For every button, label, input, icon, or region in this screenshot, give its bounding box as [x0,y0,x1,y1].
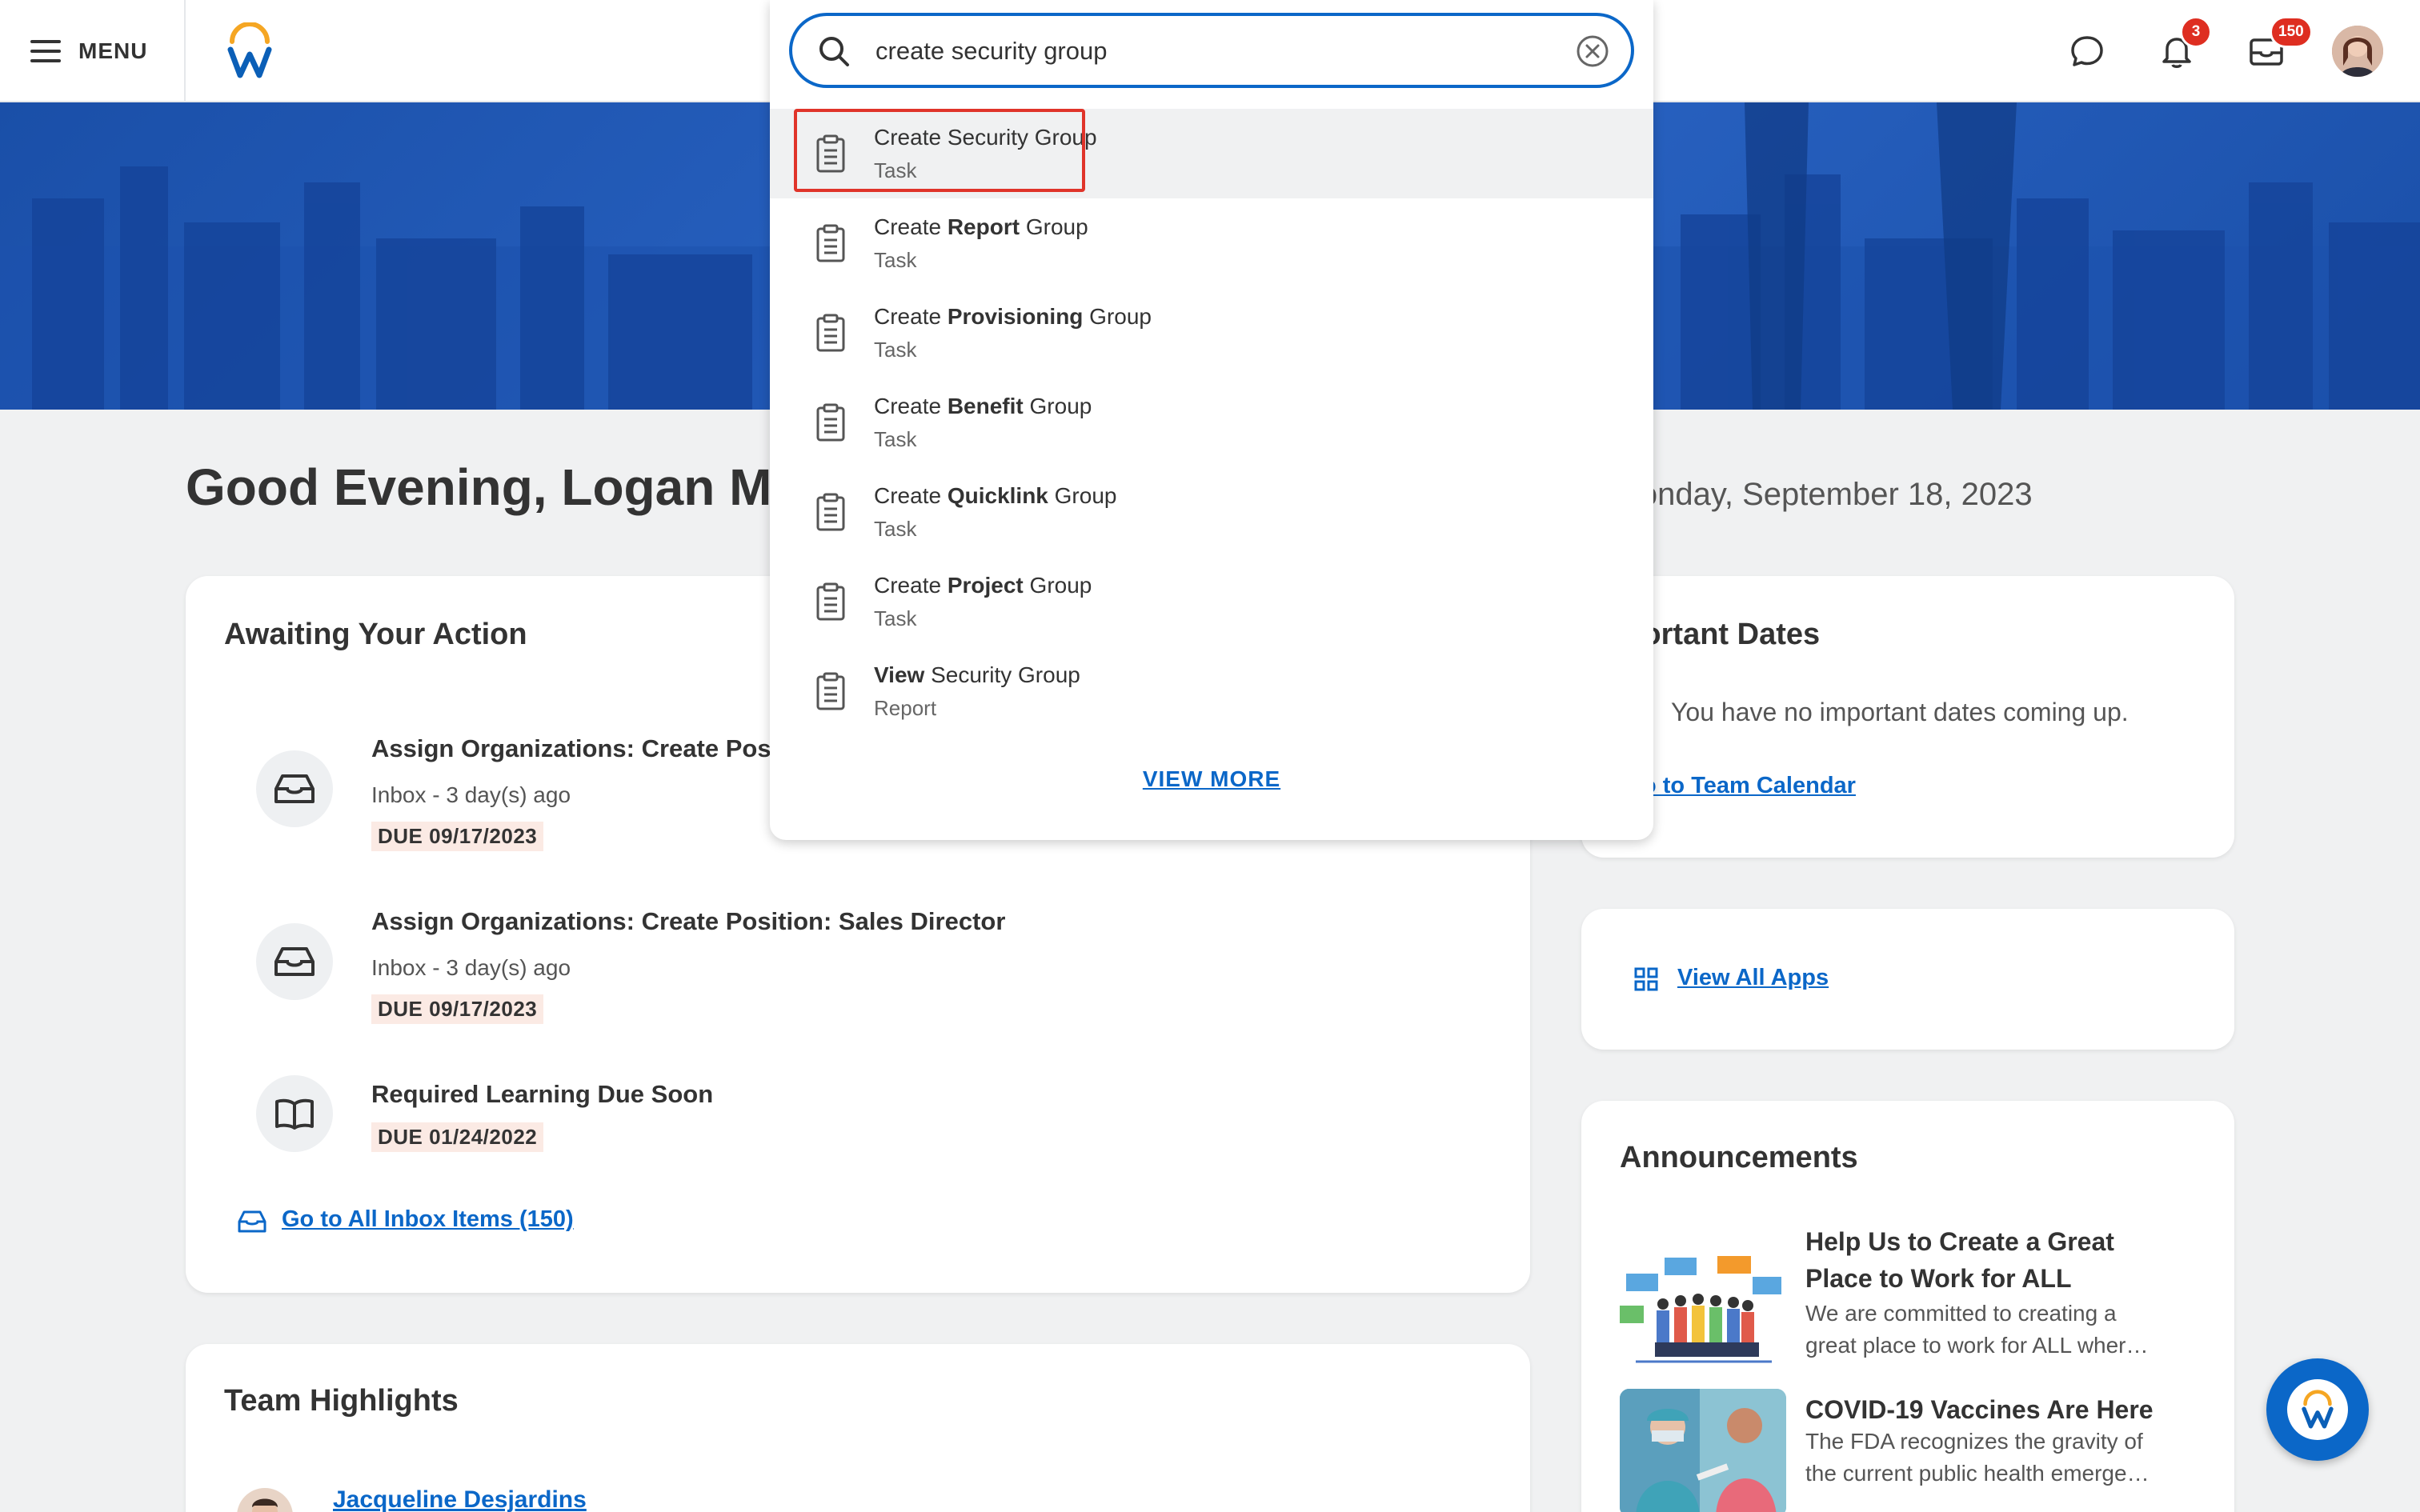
search-dropdown: Create Security Group Task Create Report… [770,0,1653,840]
task-clipboard-icon [816,582,845,621]
workday-logo-icon[interactable] [226,22,274,78]
search-result-item[interactable]: Create Benefit Group Task [770,378,1653,467]
search-result-name: Create Provisioning Group [874,304,1152,329]
search-result-name: Create Report Group [874,214,1088,239]
action-item-subtitle: Inbox - 3 day(s) ago [371,955,571,980]
important-dates-card: nportant Dates You have no important dat… [1581,576,2234,858]
topbar-divider [184,0,186,102]
workday-assistant-icon [2287,1379,2348,1440]
clear-search-icon[interactable] [1575,34,1610,69]
task-clipboard-icon [816,134,845,173]
search-result-item[interactable]: Create Quicklink Group Task [770,467,1653,557]
search-result-name: Create Quicklink Group [874,483,1117,508]
announcement-image[interactable] [1620,1389,1786,1512]
search-result-type: Task [874,427,917,451]
no-dates-message: You have no important dates coming up. [1671,698,2129,726]
search-result-name: Create Benefit Group [874,394,1092,418]
search-result-type: Task [874,606,917,630]
awaiting-action-title: Awaiting Your Action [224,618,527,651]
task-clipboard-icon [816,314,845,352]
action-item-subtitle: Inbox - 3 day(s) ago [371,782,571,807]
announcement-title-line[interactable]: Place to Work for ALL [1805,1259,2071,1298]
inbox-badge: 150 [2270,16,2313,48]
team-calendar-link[interactable]: o to Team Calendar [1642,773,1856,799]
view-all-apps-link[interactable]: View All Apps [1677,965,1829,991]
view-more-link[interactable]: VIEW MORE [770,766,1653,792]
announcement-body-line: We are committed to creating a [1805,1301,2117,1326]
all-inbox-items-link[interactable]: Go to All Inbox Items (150) [282,1206,574,1233]
search-result-name: View Security Group [874,662,1080,687]
search-result-type: Task [874,338,917,362]
menu-label: MENU [78,38,148,63]
search-result-name: Create Security Group [874,125,1097,150]
search-icon [819,37,849,66]
view-all-apps-card: View All Apps [1581,909,2234,1050]
task-clipboard-icon [816,493,845,531]
current-date: londay, September 18, 2023 [1633,477,2033,512]
apps-grid-icon [1634,967,1658,991]
search-result-item[interactable]: Create Security Group Task [770,109,1653,198]
menu-button[interactable]: MENU [30,30,147,72]
report-clipboard-icon [816,672,845,710]
announcement-image[interactable] [1620,1242,1786,1370]
announcements-title: Announcements [1620,1141,1858,1174]
inbox-small-icon [238,1210,266,1233]
search-result-type: Task [874,517,917,541]
inbox-tray-icon [256,750,333,827]
action-item-title[interactable]: Required Learning Due Soon [371,1080,713,1109]
search-result-item[interactable]: Create Project Group Task [770,557,1653,646]
book-icon [256,1075,333,1152]
user-avatar[interactable] [2332,26,2383,77]
due-date-badge: DUE 09/17/2023 [371,822,544,851]
action-item-title[interactable]: Assign Organizations: Create Position: S… [371,907,1005,936]
due-date-badge: DUE 09/17/2023 [371,994,544,1024]
announcements-card: Announcements Help Us to Create a Great … [1581,1101,2234,1512]
due-date-badge: DUE 01/24/2022 [371,1122,544,1152]
search-result-type: Task [874,158,917,182]
team-highlights-title: Team Highlights [224,1384,459,1418]
team-member-link[interactable]: Jacqueline Desjardins [333,1486,587,1512]
search-result-type: Report [874,696,937,720]
assistant-fab-button[interactable] [2266,1358,2369,1461]
search-input[interactable] [875,32,1548,70]
announcement-body-line: The FDA recognizes the gravity of [1805,1429,2143,1454]
search-result-item[interactable]: Create Report Group Task [770,198,1653,288]
action-item-title[interactable]: Assign Organizations: Create Posi [371,734,778,763]
announcement-body-line: great place to work for ALL wher… [1805,1333,2149,1358]
task-clipboard-icon [816,224,845,262]
search-result-name: Create Project Group [874,573,1092,598]
search-result-item[interactable]: View Security Group Report [770,646,1653,736]
chat-icon[interactable] [2063,27,2111,75]
announcement-body-line: the current public health emerge… [1805,1461,2150,1486]
inbox-tray-icon [256,923,333,1000]
hamburger-icon [30,40,61,62]
task-clipboard-icon [816,403,845,442]
search-result-type: Task [874,248,917,272]
greeting-heading: Good Evening, Logan McI [186,458,815,516]
search-box[interactable] [789,13,1634,88]
team-member-avatar [237,1488,293,1512]
search-result-item[interactable]: Create Provisioning Group Task [770,288,1653,378]
notifications-badge: 3 [2180,16,2212,48]
announcement-title-line[interactable]: COVID-19 Vaccines Are Here [1805,1390,2154,1429]
team-highlights-card: Team Highlights Jacqueline Desjardins [186,1344,1530,1512]
announcement-title-line[interactable]: Help Us to Create a Great [1805,1222,2114,1261]
